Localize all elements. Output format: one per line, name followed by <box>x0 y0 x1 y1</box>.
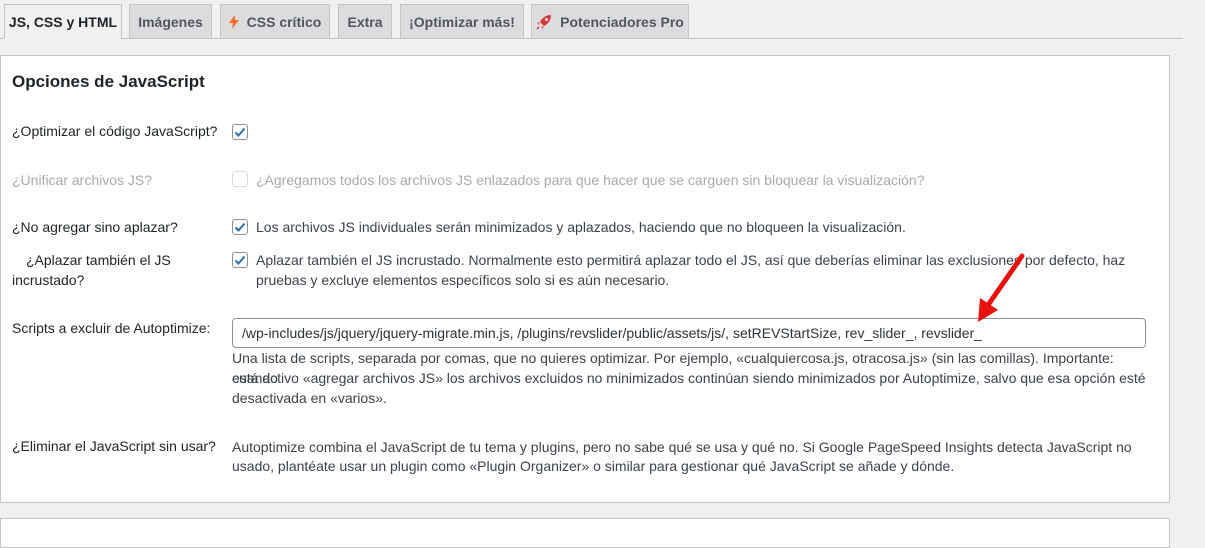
optimize-js-checkbox[interactable] <box>232 124 248 140</box>
annotation-arrow-icon <box>978 253 1025 322</box>
checkmark-icon <box>234 222 246 232</box>
exclude-scripts-label: Scripts a excluir de Autoptimize: <box>12 320 211 336</box>
defer-js-label: ¿No agregar sino aplazar? <box>12 219 178 235</box>
defer-inline-js-checkbox[interactable] <box>232 252 248 268</box>
lightning-icon <box>228 14 239 29</box>
defer-js-checkbox[interactable] <box>232 219 248 235</box>
defer-inline-js-label: ¿Aplazar también el JS incrustado? <box>12 252 171 288</box>
rocket-icon <box>536 14 552 30</box>
aggregate-js-checkbox[interactable] <box>232 171 248 187</box>
tab-optimize-more[interactable]: ¡Optimizar más! <box>400 4 524 38</box>
aggregate-js-description: ¿Agregamos todos los archivos JS enlazad… <box>256 172 925 188</box>
tab-pro-boosters[interactable]: Potenciadores Pro <box>531 4 689 38</box>
remove-unused-js-description-line2: usado, plantéate usar un plugin como «Pl… <box>232 458 955 474</box>
checkmark-icon <box>234 127 246 137</box>
tab-label: JS, CSS y HTML <box>8 13 118 30</box>
optimize-js-label: ¿Optimizar el código JavaScript? <box>12 123 218 139</box>
aggregate-js-label: ¿Unificar archivos JS? <box>12 172 153 188</box>
tab-label: Extra <box>347 13 383 30</box>
exclude-scripts-description-line2: está activo «agregar archivos JS» los ar… <box>232 370 1146 386</box>
tab-label: Imágenes <box>138 13 203 30</box>
tab-label: Potenciadores Pro <box>560 13 684 30</box>
remove-unused-js-label: ¿Eliminar el JavaScript sin usar? <box>12 438 216 454</box>
tab-bar: JS, CSS y HTML Imágenes CSS crítico Extr… <box>0 0 1183 39</box>
tab-label: ¡Optimizar más! <box>409 13 515 30</box>
tab-critical-css[interactable]: CSS crítico <box>220 4 330 38</box>
next-options-panel <box>0 518 1170 548</box>
tab-label: CSS crítico <box>246 13 322 30</box>
defer-inline-js-description-line2: pruebas y excluye elementos específicos … <box>256 272 670 288</box>
checkmark-icon <box>234 255 246 265</box>
tab-extra[interactable]: Extra <box>338 4 392 38</box>
tab-images[interactable]: Imágenes <box>129 4 212 38</box>
defer-js-description: Los archivos JS individuales serán minim… <box>256 219 906 235</box>
tab-js-css-html[interactable]: JS, CSS y HTML <box>4 4 122 39</box>
remove-unused-js-description-line1: Autoptimize combina el JavaScript de tu … <box>232 439 1132 455</box>
exclude-scripts-description-line3: desactivada en «varios». <box>232 390 387 406</box>
section-title: Opciones de JavaScript <box>12 72 205 91</box>
